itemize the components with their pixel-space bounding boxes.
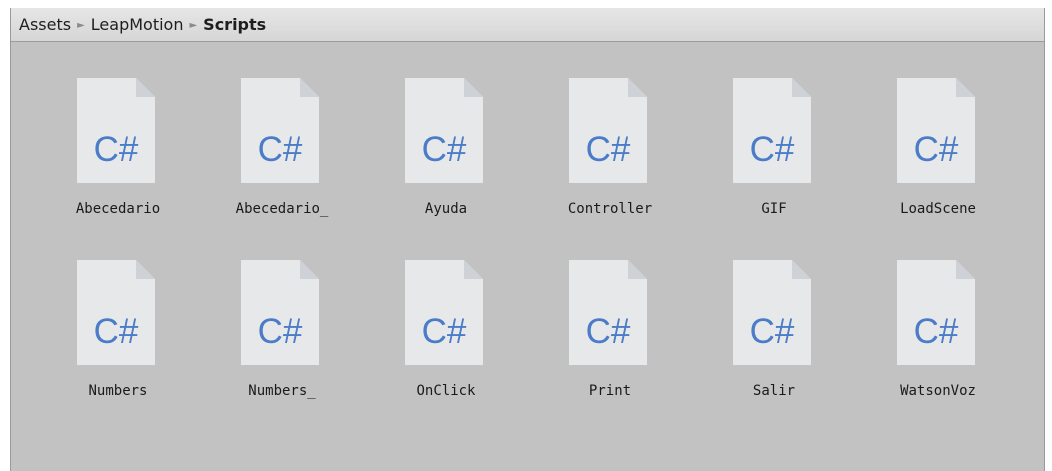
breadcrumb-item-assets[interactable]: Assets <box>19 15 71 34</box>
csharp-script-icon: C# <box>77 78 155 183</box>
csharp-script-icon: C# <box>405 260 483 365</box>
csharp-glyph: C# <box>586 312 631 351</box>
csharp-glyph: C# <box>94 312 139 351</box>
csharp-glyph: C# <box>586 130 631 169</box>
csharp-script-icon: C# <box>569 260 647 365</box>
script-asset-controller[interactable]: C# Controller <box>540 42 680 217</box>
csharp-script-icon: C# <box>897 78 975 183</box>
script-asset-loadscene[interactable]: C# LoadScene <box>868 42 1008 217</box>
script-asset-salir[interactable]: C# Salir <box>704 224 844 399</box>
script-asset-gif[interactable]: C# GIF <box>704 42 844 217</box>
asset-label: Abecedario_ <box>235 201 329 217</box>
csharp-script-icon: C# <box>569 78 647 183</box>
asset-label: Numbers <box>88 383 148 399</box>
csharp-glyph: C# <box>258 130 303 169</box>
csharp-glyph: C# <box>750 130 795 169</box>
breadcrumb: Assets ► LeapMotion ► Scripts <box>11 8 1044 42</box>
asset-label: LoadScene <box>900 201 976 217</box>
csharp-script-icon: C# <box>405 78 483 183</box>
asset-label: Salir <box>752 383 796 399</box>
csharp-script-icon: C# <box>897 260 975 365</box>
breadcrumb-item-leapmotion[interactable]: LeapMotion <box>91 15 184 34</box>
asset-label: Ayuda <box>424 201 468 217</box>
csharp-script-icon: C# <box>733 78 811 183</box>
csharp-script-icon: C# <box>241 78 319 183</box>
script-asset-ayuda[interactable]: C# Ayuda <box>376 42 516 217</box>
asset-label: Abecedario <box>75 201 161 217</box>
script-asset-onclick[interactable]: C# OnClick <box>376 224 516 399</box>
csharp-script-icon: C# <box>733 260 811 365</box>
asset-label: Controller <box>567 201 653 217</box>
asset-label: OnClick <box>416 383 476 399</box>
script-asset-watsonvoz[interactable]: C# WatsonVoz <box>868 224 1008 399</box>
asset-label: Numbers_ <box>248 383 316 399</box>
script-asset-abecedario[interactable]: C# Abecedario <box>48 42 188 217</box>
csharp-glyph: C# <box>914 312 959 351</box>
script-asset-abecedario-underscore[interactable]: C# Abecedario_ <box>212 42 352 217</box>
csharp-script-icon: C# <box>77 260 155 365</box>
breadcrumb-separator-icon: ► <box>77 20 85 31</box>
csharp-glyph: C# <box>750 312 795 351</box>
breadcrumb-separator-icon: ► <box>189 20 198 31</box>
script-asset-print[interactable]: C# Print <box>540 224 680 399</box>
asset-label: GIF <box>761 201 787 217</box>
csharp-glyph: C# <box>258 312 303 351</box>
script-asset-numbers[interactable]: C# Numbers <box>48 224 188 399</box>
asset-label: Print <box>588 383 632 399</box>
csharp-glyph: C# <box>94 130 139 169</box>
breadcrumb-item-scripts: Scripts <box>203 15 267 34</box>
asset-label: WatsonVoz <box>900 383 976 399</box>
csharp-glyph: C# <box>422 312 467 351</box>
csharp-glyph: C# <box>422 130 467 169</box>
csharp-glyph: C# <box>914 130 959 169</box>
project-browser-panel: Assets ► LeapMotion ► Scripts C# Abecedar… <box>10 8 1045 471</box>
csharp-script-icon: C# <box>241 260 319 365</box>
script-asset-numbers-underscore[interactable]: C# Numbers_ <box>212 224 352 399</box>
asset-grid: C# Abecedario C# Abecedario_ C# Ayuda C# Contro… <box>11 42 1044 471</box>
